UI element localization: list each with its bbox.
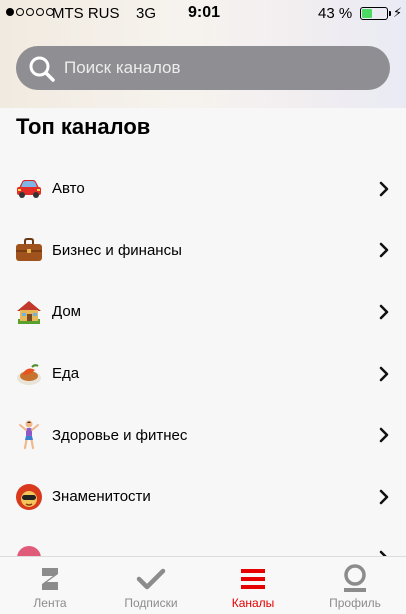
battery-icon [360, 7, 388, 20]
chevron-right-icon [379, 489, 389, 505]
feed-icon [35, 564, 65, 594]
clock: 9:01 [188, 4, 221, 21]
tab-channels[interactable]: Каналы [203, 557, 303, 614]
tab-bar: Лента Подписки Каналы Профиль [0, 556, 406, 614]
status-bar: MTS RUS 3G 9:01 43 % ⚡ [0, 0, 406, 26]
food-icon [15, 360, 43, 388]
tab-label: Подписки [124, 596, 178, 610]
category-item-auto[interactable]: Авто [0, 158, 406, 220]
checkmark-icon [136, 564, 166, 594]
category-list: Авто Бизнес и финансы Дом Еда Здоровье и… [0, 158, 406, 556]
profile-icon [340, 564, 370, 594]
chevron-right-icon [379, 427, 389, 443]
car-icon [15, 175, 43, 203]
tab-label: Каналы [231, 596, 275, 610]
house-icon [15, 298, 43, 326]
category-item-home[interactable]: Дом [0, 281, 406, 343]
chevron-right-icon [379, 181, 389, 197]
category-item-food[interactable]: Еда [0, 343, 406, 405]
tab-subscriptions[interactable]: Подписки [101, 557, 201, 614]
chevron-right-icon [379, 366, 389, 381]
tab-label: Профиль [329, 596, 381, 610]
search-icon [29, 56, 55, 82]
partial-category-icon [15, 544, 43, 556]
celebrity-icon [15, 483, 43, 511]
charging-icon: ⚡ [393, 5, 403, 20]
header: MTS RUS 3G 9:01 43 % ⚡ Поиск каналов [0, 0, 406, 108]
category-item-celebrities[interactable]: Знаменитости [0, 466, 406, 528]
chevron-right-icon [379, 243, 389, 258]
carrier-name: MTS RUS [52, 5, 120, 22]
category-label: Авто [52, 180, 85, 198]
category-label: Еда [52, 365, 80, 383]
category-label: Дом [52, 303, 81, 321]
channels-page: Топ каналов Авто Бизнес и финансы Дом Ед… [0, 108, 406, 556]
tab-label: Лента [33, 596, 67, 610]
category-label: Здоровье и фитнес [52, 426, 188, 444]
chevron-right-icon [379, 304, 389, 320]
category-label: Знаменитости [52, 488, 151, 506]
tab-profile[interactable]: Профиль [305, 557, 405, 614]
category-item-health[interactable]: Здоровье и фитнес [0, 404, 406, 466]
category-item-partial[interactable] [0, 528, 406, 556]
search-input[interactable]: Поиск каналов [16, 46, 390, 90]
signal-strength-icon [6, 8, 54, 16]
tab-feed[interactable]: Лента [0, 557, 100, 614]
search-placeholder: Поиск каналов [64, 58, 181, 77]
category-item-business[interactable]: Бизнес и финансы [0, 220, 406, 282]
battery-percent: 43 % [318, 5, 353, 22]
network-type: 3G [136, 5, 157, 22]
briefcase-icon [15, 236, 43, 264]
section-title: Топ каналов [16, 114, 151, 139]
menu-icon [238, 564, 268, 594]
category-label: Бизнес и финансы [52, 241, 182, 259]
fitness-icon [15, 420, 43, 450]
